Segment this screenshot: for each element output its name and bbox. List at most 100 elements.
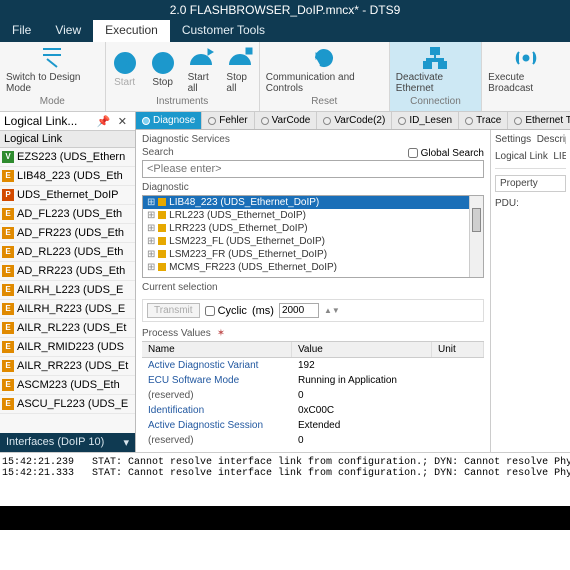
- diagnostic-tree[interactable]: LIB48_223 (UDS_Ethernet_DoIP)LRL223 (UDS…: [142, 195, 484, 278]
- node-icon: [158, 211, 166, 219]
- group-inst-caption: Instruments: [156, 96, 208, 110]
- stepper-icon[interactable]: ▲▼: [324, 306, 340, 315]
- list-item[interactable]: EAD_RL223 (UDS_Eth: [0, 243, 135, 262]
- search-label: Search: [142, 147, 174, 158]
- log-console: 15:42:21.239 STAT: Cannot resolve interf…: [0, 452, 570, 506]
- stop-all-button[interactable]: Stop all: [220, 42, 258, 96]
- property-header: Property: [495, 175, 566, 192]
- node-icon: [158, 198, 166, 206]
- list-item[interactable]: EAILR_RMID223 (UDS: [0, 338, 135, 357]
- list-item[interactable]: EAILR_RL223 (UDS_Et: [0, 319, 135, 338]
- scrollbar[interactable]: [469, 196, 483, 277]
- list-item[interactable]: EASCU_FL223 (UDS_E: [0, 395, 135, 414]
- list-item[interactable]: PUDS_Ethernet_DoIP: [0, 186, 135, 205]
- list-item-label: UDS_Ethernet_DoIP: [17, 189, 119, 201]
- tab-ethernet trace[interactable]: Ethernet Trace: [508, 112, 570, 129]
- list-item[interactable]: EASCM223 (UDS_Eth: [0, 376, 135, 395]
- pin-icon[interactable]: 📌: [97, 116, 111, 128]
- diag-label: Diagnostic: [142, 182, 484, 193]
- list-item-label: AILRH_R223 (UDS_E: [17, 303, 125, 315]
- start-label: Start: [114, 77, 135, 88]
- menu-view[interactable]: View: [43, 20, 93, 42]
- status-dot-icon: [261, 117, 269, 125]
- cur-sel-label: Current selection: [142, 282, 484, 293]
- list-item-label: AILR_RL223 (UDS_Et: [17, 322, 126, 334]
- menu-execution[interactable]: Execution: [93, 20, 170, 42]
- cell-name: (reserved): [142, 388, 292, 403]
- tree-row[interactable]: LRL223 (UDS_Ethernet_DoIP): [143, 209, 483, 222]
- cell-name: Active Diagnostic Session: [142, 418, 292, 433]
- logical-link-list[interactable]: VEZS223 (UDS_EthernELIB48_223 (UDS_EthPU…: [0, 148, 135, 433]
- menu-file[interactable]: File: [0, 20, 43, 42]
- list-item[interactable]: EAD_RR223 (UDS_Eth: [0, 262, 135, 281]
- ms-input[interactable]: [279, 303, 319, 318]
- tab-varcode(2)[interactable]: VarCode(2): [317, 112, 392, 129]
- tab-diagnose[interactable]: Diagnose: [136, 112, 202, 129]
- tree-row[interactable]: MCMS_FR223 (UDS_Ethernet_DoIP): [143, 261, 483, 274]
- status-dot-icon: [514, 117, 522, 125]
- list-item[interactable]: ELIB48_223 (UDS_Eth: [0, 167, 135, 186]
- group-reset-caption: Reset: [311, 96, 337, 110]
- badge-icon: P: [2, 189, 14, 201]
- cyclic-check[interactable]: Cyclic: [205, 305, 247, 317]
- design-label: Switch to Design Mode: [6, 72, 99, 94]
- refresh-icon: [311, 45, 337, 71]
- deactivate-ethernet-button[interactable]: Deactivate Ethernet: [390, 42, 481, 96]
- global-search-check[interactable]: Global Search: [408, 148, 484, 159]
- cyclic-label: Cyclic: [218, 305, 247, 317]
- tree-row[interactable]: LRR223 (UDS_Ethernet_DoIP): [143, 222, 483, 235]
- cell-name: (reserved): [142, 433, 292, 448]
- table-row: (reserved)0: [142, 388, 484, 403]
- cell-value: 0xC00C: [292, 403, 432, 418]
- group-mode-caption: Mode: [40, 96, 65, 110]
- badge-icon: V: [2, 151, 14, 163]
- tree-row[interactable]: LSM223_FR (UDS_Ethernet_DoIP): [143, 248, 483, 261]
- tree-row[interactable]: LSM223_FL (UDS_Ethernet_DoIP): [143, 235, 483, 248]
- gauge-play-icon: [188, 45, 214, 71]
- tab-varcode[interactable]: VarCode: [255, 112, 318, 129]
- tree-row[interactable]: LIB48_223 (UDS_Ethernet_DoIP): [143, 196, 483, 209]
- tab-fehler[interactable]: Fehler: [202, 112, 254, 129]
- ll-value: LIE: [553, 151, 566, 162]
- descr-tab[interactable]: Descripti: [537, 134, 566, 145]
- tab-trace[interactable]: Trace: [459, 112, 508, 129]
- list-item[interactable]: VEZS223 (UDS_Ethern: [0, 148, 135, 167]
- list-item[interactable]: EAILR_RR223 (UDS_Et: [0, 357, 135, 376]
- search-input[interactable]: [142, 160, 484, 178]
- network-icon: [422, 45, 448, 71]
- badge-icon: E: [2, 322, 14, 334]
- sidebar-footer[interactable]: Interfaces (DoIP 10) ▾: [0, 433, 135, 452]
- node-icon: [158, 263, 166, 271]
- chevron-down-icon: ▾: [123, 436, 129, 449]
- status-dot-icon: [323, 117, 331, 125]
- table-row: Identification0xC00C: [142, 403, 484, 418]
- tab-id_lesen[interactable]: ID_Lesen: [392, 112, 459, 129]
- cell-value: 192: [292, 358, 432, 373]
- start-button[interactable]: Start: [106, 42, 144, 96]
- list-item[interactable]: EAILRH_L223 (UDS_E: [0, 281, 135, 300]
- execute-broadcast-button[interactable]: Execute Broadcast: [482, 42, 570, 96]
- pdu-label: PDU:: [495, 198, 566, 209]
- badge-icon: E: [2, 265, 14, 277]
- stop-button[interactable]: Stop: [144, 42, 182, 96]
- list-item-label: AILRH_L223 (UDS_E: [17, 284, 123, 296]
- design-mode-button[interactable]: Switch to Design Mode: [0, 42, 105, 96]
- list-item[interactable]: EAD_FL223 (UDS_Eth: [0, 205, 135, 224]
- menu-tools[interactable]: Customer Tools: [170, 20, 277, 42]
- sidebar-header: Logical Link: [0, 131, 135, 148]
- badge-icon: E: [2, 360, 14, 372]
- badge-icon: E: [2, 246, 14, 258]
- transmit-button[interactable]: Transmit: [147, 303, 200, 318]
- ll-label: Logical Link: [495, 151, 548, 162]
- badge-icon: E: [2, 284, 14, 296]
- comm-reset-button[interactable]: Communication and Controls: [260, 42, 389, 96]
- settings-tab[interactable]: Settings: [495, 134, 531, 145]
- status-dot-icon: [398, 117, 406, 125]
- pin-small-icon[interactable]: ✶: [217, 328, 225, 339]
- start-all-button[interactable]: Start all: [182, 42, 221, 96]
- list-item[interactable]: EAD_FR223 (UDS_Eth: [0, 224, 135, 243]
- list-item[interactable]: EAILRH_R223 (UDS_E: [0, 300, 135, 319]
- close-icon[interactable]: ✕: [114, 116, 131, 128]
- col-unit: Unit: [432, 342, 484, 357]
- diag-services-title: Diagnostic Services: [142, 134, 484, 145]
